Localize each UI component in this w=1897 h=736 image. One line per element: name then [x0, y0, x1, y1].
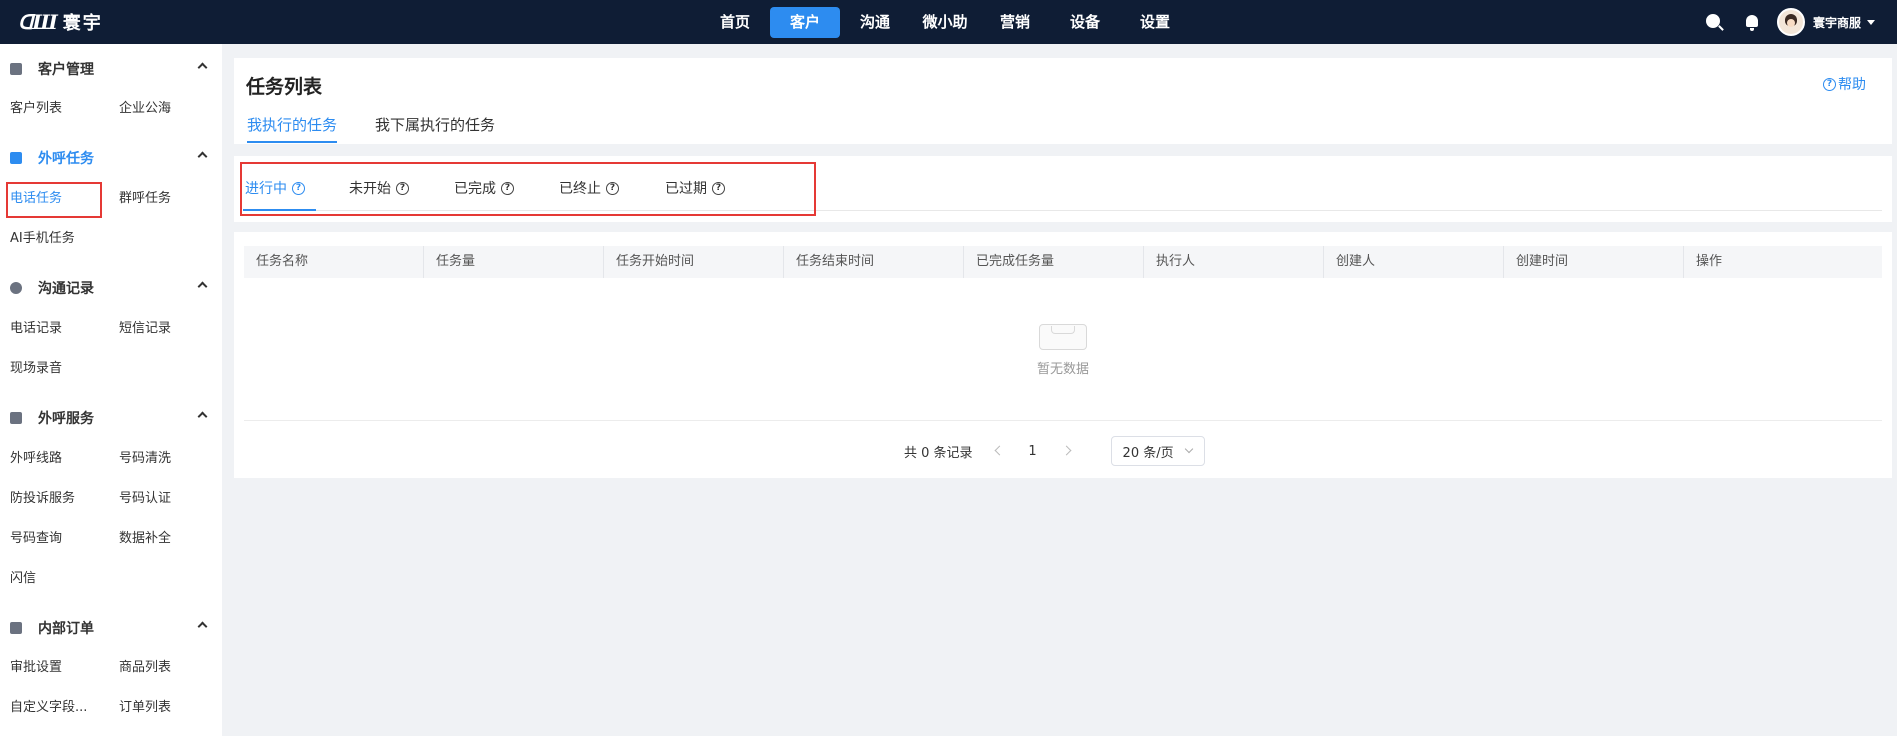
chevron-up-icon: [197, 411, 208, 422]
help-label: 帮助: [1838, 77, 1866, 93]
sidebar-item-data-completion[interactable]: 数据补全: [119, 529, 171, 549]
search-icon[interactable]: [1705, 13, 1723, 31]
tab-subordinate-tasks[interactable]: 我下属执行的任务: [375, 114, 495, 138]
table-divider: [244, 420, 1882, 421]
sidebar-item-sms-records[interactable]: 短信记录: [119, 319, 171, 339]
column-header: 创建人: [1324, 246, 1504, 278]
sidebar-group-outbound-services[interactable]: 外呼服务: [10, 408, 208, 428]
sidebar-group-label: 外呼任务: [38, 151, 94, 167]
chevron-up-icon: [197, 281, 208, 292]
sidebar-item-group-call-task[interactable]: 群呼任务: [119, 189, 171, 209]
nav-communication[interactable]: 沟通: [840, 7, 910, 38]
sidebar-item-product-list[interactable]: 商品列表: [119, 658, 171, 678]
nav-assistant[interactable]: 微小助: [910, 7, 980, 38]
sidebar-item-call-records[interactable]: 电话记录: [10, 319, 62, 339]
top-right-tools: 寰宇商服: [1685, 8, 1875, 36]
highlight-box-phone-task: [6, 182, 102, 218]
column-header: 执行人: [1144, 246, 1324, 278]
sidebar-item-number-cleaning[interactable]: 号码清洗: [119, 449, 171, 469]
table-header: 任务名称 任务量 任务开始时间 任务结束时间 已完成任务量 执行人 创建人 创建…: [244, 246, 1882, 278]
sidebar-item-number-auth[interactable]: 号码认证: [119, 489, 171, 509]
chevron-left-icon[interactable]: [991, 444, 1005, 458]
brand-logo[interactable]: ᗡШ 寰宇: [18, 8, 103, 36]
page-title: 任务列表: [246, 76, 323, 98]
medal-icon: [10, 63, 22, 75]
column-header: 任务量: [424, 246, 604, 278]
page-header: 任务列表 ? 帮助 我执行的任务 我下属执行的任务: [234, 58, 1892, 144]
phone-icon: [10, 152, 22, 164]
column-header: 任务名称: [244, 246, 424, 278]
sidebar-item-approval-settings[interactable]: 审批设置: [10, 658, 62, 678]
help-icon: ?: [1823, 77, 1836, 91]
total-records: 共 0 条记录: [904, 445, 973, 461]
column-header: 操作: [1696, 254, 1723, 269]
logo-mark: ᗡШ: [18, 10, 58, 34]
column-header: 创建时间: [1504, 246, 1684, 278]
sidebar-group-outbound-tasks[interactable]: 外呼任务: [10, 148, 208, 168]
user-name[interactable]: 寰宇商服: [1813, 14, 1861, 31]
order-icon: [10, 622, 22, 634]
column-header: 任务开始时间: [604, 246, 784, 278]
page-size-select[interactable]: 20 条/页: [1110, 436, 1205, 466]
nav-device[interactable]: 设备: [1050, 7, 1120, 38]
top-bar: ᗡШ 寰宇 首页 客户 沟通 微小助 营销 设备 设置 寰宇商服: [0, 0, 1897, 44]
sidebar: 客户管理 客户列表 企业公海 外呼任务 电话任务 群呼任务 AI手机任务 沟通记…: [0, 44, 222, 736]
empty-state: 暂无数据: [234, 314, 1892, 377]
sidebar-item-enterprise-pool[interactable]: 企业公海: [119, 99, 171, 119]
help-link[interactable]: ? 帮助: [1823, 74, 1866, 94]
sidebar-group-customer-management[interactable]: 客户管理: [10, 59, 208, 79]
nav-marketing[interactable]: 营销: [980, 7, 1050, 38]
column-header: 任务结束时间: [784, 246, 964, 278]
sidebar-group-label: 沟通记录: [38, 281, 94, 297]
page-size-value: 20 条/页: [1122, 445, 1174, 461]
highlight-box-status-tabs: [240, 162, 816, 216]
sidebar-group-label: 内部订单: [38, 621, 94, 637]
sidebar-group-internal-orders[interactable]: 内部订单: [10, 618, 208, 638]
sidebar-group-label: 客户管理: [38, 62, 94, 78]
pagination: 共 0 条记录 1 20 条/页: [904, 436, 1205, 466]
brand-name: 寰宇: [62, 13, 103, 34]
sidebar-group-communication-records[interactable]: 沟通记录: [10, 278, 208, 298]
chevron-up-icon: [197, 62, 208, 73]
chevron-up-icon: [197, 151, 208, 162]
page-number[interactable]: 1: [1023, 444, 1043, 459]
bell-icon[interactable]: [1743, 13, 1761, 31]
task-table-card: 任务名称 任务量 任务开始时间 任务结束时间 已完成任务量 执行人 创建人 创建…: [234, 232, 1892, 478]
sidebar-item-onsite-recording[interactable]: 现场录音: [10, 359, 62, 379]
sidebar-item-number-query[interactable]: 号码查询: [10, 529, 62, 549]
sidebar-item-outbound-lines[interactable]: 外呼线路: [10, 449, 62, 469]
tab-my-tasks[interactable]: 我执行的任务: [247, 114, 338, 143]
sidebar-group-label: 外呼服务: [38, 411, 94, 427]
nav-home[interactable]: 首页: [700, 7, 770, 38]
column-header: 已完成任务量: [964, 246, 1144, 278]
sidebar-item-customer-list[interactable]: 客户列表: [10, 99, 62, 119]
avatar[interactable]: [1776, 8, 1805, 36]
sidebar-item-ai-phone-task[interactable]: AI手机任务: [10, 229, 75, 249]
caret-down-icon[interactable]: [1867, 19, 1875, 25]
sidebar-item-flash-sms[interactable]: 闪信: [10, 569, 36, 589]
chevron-down-icon: [1184, 444, 1193, 454]
empty-text: 暂无数据: [1036, 362, 1089, 377]
status-tabs-card: 进行中 ? 未开始 ? 已完成 ? 已终止 ? 已过期 ?: [234, 156, 1892, 222]
chevron-up-icon: [197, 621, 208, 632]
chat-icon: [10, 282, 22, 294]
sidebar-item-order-list[interactable]: 订单列表: [119, 698, 171, 718]
briefcase-icon: [10, 412, 22, 424]
nav-customer[interactable]: 客户: [770, 7, 840, 38]
chevron-right-icon[interactable]: [1061, 444, 1075, 458]
sidebar-item-custom-fields[interactable]: 自定义字段...: [10, 698, 87, 718]
nav-settings[interactable]: 设置: [1120, 7, 1190, 38]
sidebar-item-anti-complaint[interactable]: 防投诉服务: [10, 489, 75, 509]
empty-inbox-icon: [1037, 314, 1089, 350]
top-nav: 首页 客户 沟通 微小助 营销 设备 设置: [700, 7, 1190, 38]
